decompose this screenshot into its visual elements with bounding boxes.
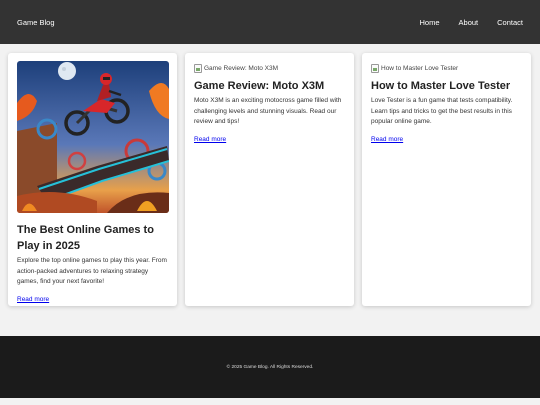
read-more-link[interactable]: Read more	[371, 135, 403, 146]
image-alt-text: Game Review: Moto X3M	[204, 64, 279, 72]
article-card-best-games: The Best Online Games to Play in 2025 Ex…	[8, 53, 177, 306]
article-title: How to Master Love Tester	[371, 80, 511, 92]
article-card-love-tester: How to Master Love Tester How to Master …	[362, 53, 531, 306]
article-description: Explore the top online games to play thi…	[17, 257, 167, 285]
article-title: Game Review: Moto X3M	[194, 80, 325, 92]
broken-image-icon	[371, 63, 379, 73]
article-description: Love Tester is a fun game that tests com…	[371, 97, 513, 125]
broken-image-icon	[194, 63, 202, 73]
main-nav: Home About Contact	[420, 18, 523, 27]
broken-image: How to Master Love Tester	[371, 63, 522, 73]
read-more-link[interactable]: Read more	[194, 135, 226, 146]
broken-image: Game Review: Moto X3M	[194, 63, 345, 73]
article-card-moto-x3m: Game Review: Moto X3M Game Review: Moto …	[185, 53, 354, 306]
nav-about-link[interactable]: About	[459, 18, 479, 27]
image-alt-text: How to Master Love Tester	[381, 64, 459, 72]
article-description: Moto X3M is an exciting motocross game f…	[194, 97, 342, 125]
read-more-link[interactable]: Read more	[17, 295, 49, 306]
site-footer: © 2025 Game Blog. All Rights Reserved.	[0, 336, 540, 398]
article-title: The Best Online Games to Play in 2025	[17, 224, 154, 252]
nav-contact-link[interactable]: Contact	[497, 18, 523, 27]
copyright-text: © 2025 Game Blog. All Rights Reserved.	[226, 364, 314, 370]
site-header: Game Blog Home About Contact	[0, 0, 540, 44]
motocross-hero-image[interactable]	[17, 61, 169, 213]
site-brand[interactable]: Game Blog	[17, 18, 55, 27]
nav-home-link[interactable]: Home	[420, 18, 440, 27]
